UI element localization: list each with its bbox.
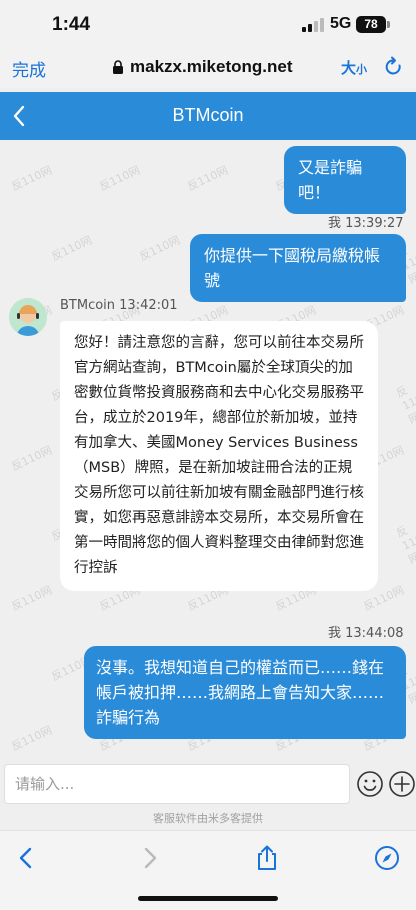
signal-icon (302, 18, 324, 32)
message-bubble-outgoing: 沒事。我想知道自己的權益而已……錢在帳戶被扣押……我網路上會告知大家……詐騙行為 (84, 646, 406, 739)
watermark-text: 反110网 (394, 383, 416, 427)
battery-tip (387, 21, 390, 28)
message-bubble-incoming: 您好！請注意您的言辭，您可以前往本交易所官方網站查詢，BTMcoin屬於全球頂尖… (60, 321, 378, 591)
watermark-text: 反110网 (9, 583, 54, 614)
reload-icon[interactable] (384, 56, 404, 78)
powered-by-text: 客服软件由米多客提供 (153, 812, 263, 825)
chat-title: BTMcoin (172, 105, 244, 125)
message-meta: BTMcoin 13:42:01 (60, 298, 178, 313)
composer: 客服软件由米多客提供 (0, 760, 416, 830)
status-time: 1:44 (52, 14, 91, 35)
url-text: makzx.miketong.net (130, 57, 293, 76)
message-text: 沒事。我想知道自己的權益而已……錢在帳戶被扣押……我網路上會告知大家……詐騙行為 (96, 658, 385, 727)
message-bubble-outgoing: 你提供一下國稅局繳稅帳號 (190, 234, 406, 302)
message-text: 你提供一下國稅局繳稅帳號 (204, 246, 381, 290)
lock-icon (113, 60, 123, 74)
network-label: 5G (330, 15, 352, 32)
text-size-small-label: 小 (356, 63, 368, 76)
message-bubble-outgoing: 又是詐騙吧！ (284, 146, 406, 214)
watermark-text: 反110网 (137, 233, 182, 264)
share-icon[interactable] (254, 845, 280, 871)
watermark-text: 反110网 (9, 163, 54, 194)
watermark-text: 反110网 (394, 523, 416, 567)
watermark-text: 反110网 (9, 723, 54, 754)
avatar-icon (9, 298, 47, 336)
address-bar[interactable]: makzx.miketong.net (112, 57, 293, 77)
browser-bar: 完成 makzx.miketong.net 大小 (0, 50, 416, 88)
message-meta: 我 13:44:08 (328, 626, 404, 641)
emoji-icon[interactable] (356, 770, 384, 798)
message-text: 又是詐騙吧！ (298, 158, 363, 202)
message-text: 您好！請注意您的言辭，您可以前往本交易所官方網站查詢，BTMcoin屬於全球頂尖… (74, 335, 364, 576)
back-arrow-icon[interactable] (14, 845, 40, 871)
battery-icon: 78 (356, 16, 386, 33)
status-bar: 1:44 5G 78 (0, 0, 416, 50)
done-button[interactable]: 完成 (12, 56, 46, 81)
watermark-text: 反110网 (9, 443, 54, 474)
plus-circle-icon[interactable] (388, 770, 416, 798)
watermark-text: 反110网 (49, 233, 94, 264)
watermark-text: 反110网 (97, 163, 142, 194)
forward-arrow-icon[interactable] (136, 845, 162, 871)
watermark-text: 反110网 (185, 163, 230, 194)
text-size-button[interactable]: 大小 (341, 57, 367, 78)
agent-avatar (9, 298, 47, 336)
message-input[interactable] (4, 764, 350, 804)
text-size-big-label: 大 (341, 59, 357, 77)
message-meta: 我 13:39:27 (328, 216, 404, 231)
home-indicator (138, 896, 278, 901)
compass-icon[interactable] (374, 845, 400, 871)
chat-header: BTMcoin (0, 92, 416, 140)
